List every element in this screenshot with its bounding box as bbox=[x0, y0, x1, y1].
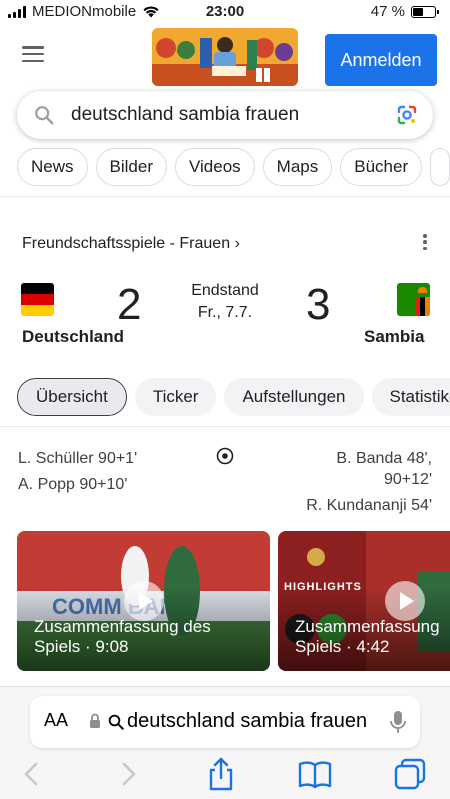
match-tabs: Übersicht Ticker Aufstellungen Statistik… bbox=[17, 378, 450, 416]
chevron-right-icon: › bbox=[234, 235, 240, 252]
search-input[interactable] bbox=[71, 104, 371, 126]
video-title-line: Zusammenfassung bbox=[295, 617, 440, 636]
url-query: deutschland sambia frauen bbox=[127, 710, 368, 732]
home-team-name[interactable]: Deutschland bbox=[22, 327, 124, 347]
doodle-illustration bbox=[152, 28, 298, 86]
away-score: 3 bbox=[306, 280, 331, 329]
play-icon[interactable] bbox=[124, 581, 164, 621]
tabs-icon[interactable] bbox=[392, 756, 428, 792]
away-scorer: B. Banda 48', bbox=[336, 450, 432, 467]
tab-ticker[interactable]: Ticker bbox=[134, 378, 217, 416]
tab-statistiken[interactable]: Statistiken bbox=[371, 378, 450, 416]
play-icon[interactable] bbox=[385, 581, 425, 621]
search-filter-chips: News Bilder Videos Maps Bücher bbox=[17, 148, 450, 186]
chevron-right-icon[interactable] bbox=[110, 756, 146, 792]
chip-bilder[interactable]: Bilder bbox=[95, 148, 167, 186]
aa-label: AA bbox=[44, 710, 69, 730]
away-scorer: 90+12' bbox=[384, 471, 432, 488]
search-icon bbox=[108, 714, 124, 730]
away-team-name[interactable]: Sambia bbox=[364, 327, 424, 347]
league-name: Freundschaftsspiele - Frauen bbox=[22, 235, 231, 252]
video-title-line: Spiels · 4:42 bbox=[295, 637, 390, 656]
chip-buecher[interactable]: Bücher bbox=[340, 148, 423, 186]
home-scorer: L. Schüller 90+1' bbox=[18, 450, 138, 467]
video-title-line: Spiels · 9:08 bbox=[34, 637, 129, 656]
share-icon[interactable] bbox=[203, 756, 239, 792]
video-card[interactable]: COMM BANK Zusammenfassung des Spiels · 9… bbox=[17, 531, 270, 671]
reader-settings-button[interactable]: AA bbox=[44, 710, 68, 731]
video-card[interactable]: HIGHLIGHTS Zusammenfassung Spiels · 4:42 bbox=[278, 531, 450, 671]
search-box[interactable] bbox=[17, 91, 433, 139]
germany-flag-icon bbox=[21, 283, 54, 316]
google-lens-icon[interactable] bbox=[395, 103, 419, 127]
match-status-text: Endstand bbox=[191, 282, 259, 299]
video-title-line: Zusammenfassung des bbox=[34, 617, 211, 636]
hamburger-menu-icon[interactable] bbox=[22, 46, 44, 62]
signin-button[interactable]: Anmelden bbox=[325, 34, 437, 86]
battery-percent: 47 % bbox=[370, 3, 405, 20]
highlights-label: HIGHLIGHTS bbox=[284, 581, 362, 593]
match-date: Fr., 7.7. bbox=[197, 304, 253, 321]
search-icon bbox=[35, 106, 54, 125]
chip-more[interactable] bbox=[430, 148, 450, 186]
match-status: Endstand Fr., 7.7. bbox=[175, 281, 275, 323]
away-scorer: R. Kundananji 54' bbox=[306, 497, 432, 514]
video-title: Zusammenfassung Spiels · 4:42 bbox=[295, 617, 440, 657]
video-title: Zusammenfassung des Spiels · 9:08 bbox=[34, 617, 211, 657]
google-doodle-logo[interactable] bbox=[152, 28, 298, 86]
chip-maps[interactable]: Maps bbox=[262, 148, 333, 186]
more-options-icon[interactable] bbox=[421, 234, 429, 250]
divider bbox=[0, 196, 450, 197]
divider bbox=[0, 426, 450, 427]
status-bar: MEDIONmobile 23:00 47 % bbox=[0, 0, 450, 24]
tab-aufstellungen[interactable]: Aufstellungen bbox=[224, 378, 364, 416]
address-bar[interactable]: AA deutschland sambia frauen bbox=[30, 696, 420, 748]
book-icon[interactable] bbox=[297, 756, 333, 792]
status-right: 47 % bbox=[370, 3, 439, 20]
chip-videos[interactable]: Videos bbox=[174, 148, 255, 186]
battery-icon bbox=[411, 5, 439, 18]
tab-uebersicht[interactable]: Übersicht bbox=[17, 378, 127, 416]
zambia-flag-icon bbox=[397, 283, 430, 316]
home-score: 2 bbox=[117, 280, 142, 329]
lock-icon bbox=[90, 713, 100, 728]
home-scorer: A. Popp 90+10' bbox=[18, 476, 128, 493]
microphone-icon[interactable] bbox=[390, 710, 406, 734]
soccer-ball-icon bbox=[216, 447, 234, 465]
league-link[interactable]: Freundschaftsspiele - Frauen › bbox=[22, 235, 240, 253]
chip-news[interactable]: News bbox=[17, 148, 88, 186]
chevron-left-icon[interactable] bbox=[14, 756, 50, 792]
url-text[interactable]: deutschland sambia frauen bbox=[107, 710, 387, 733]
